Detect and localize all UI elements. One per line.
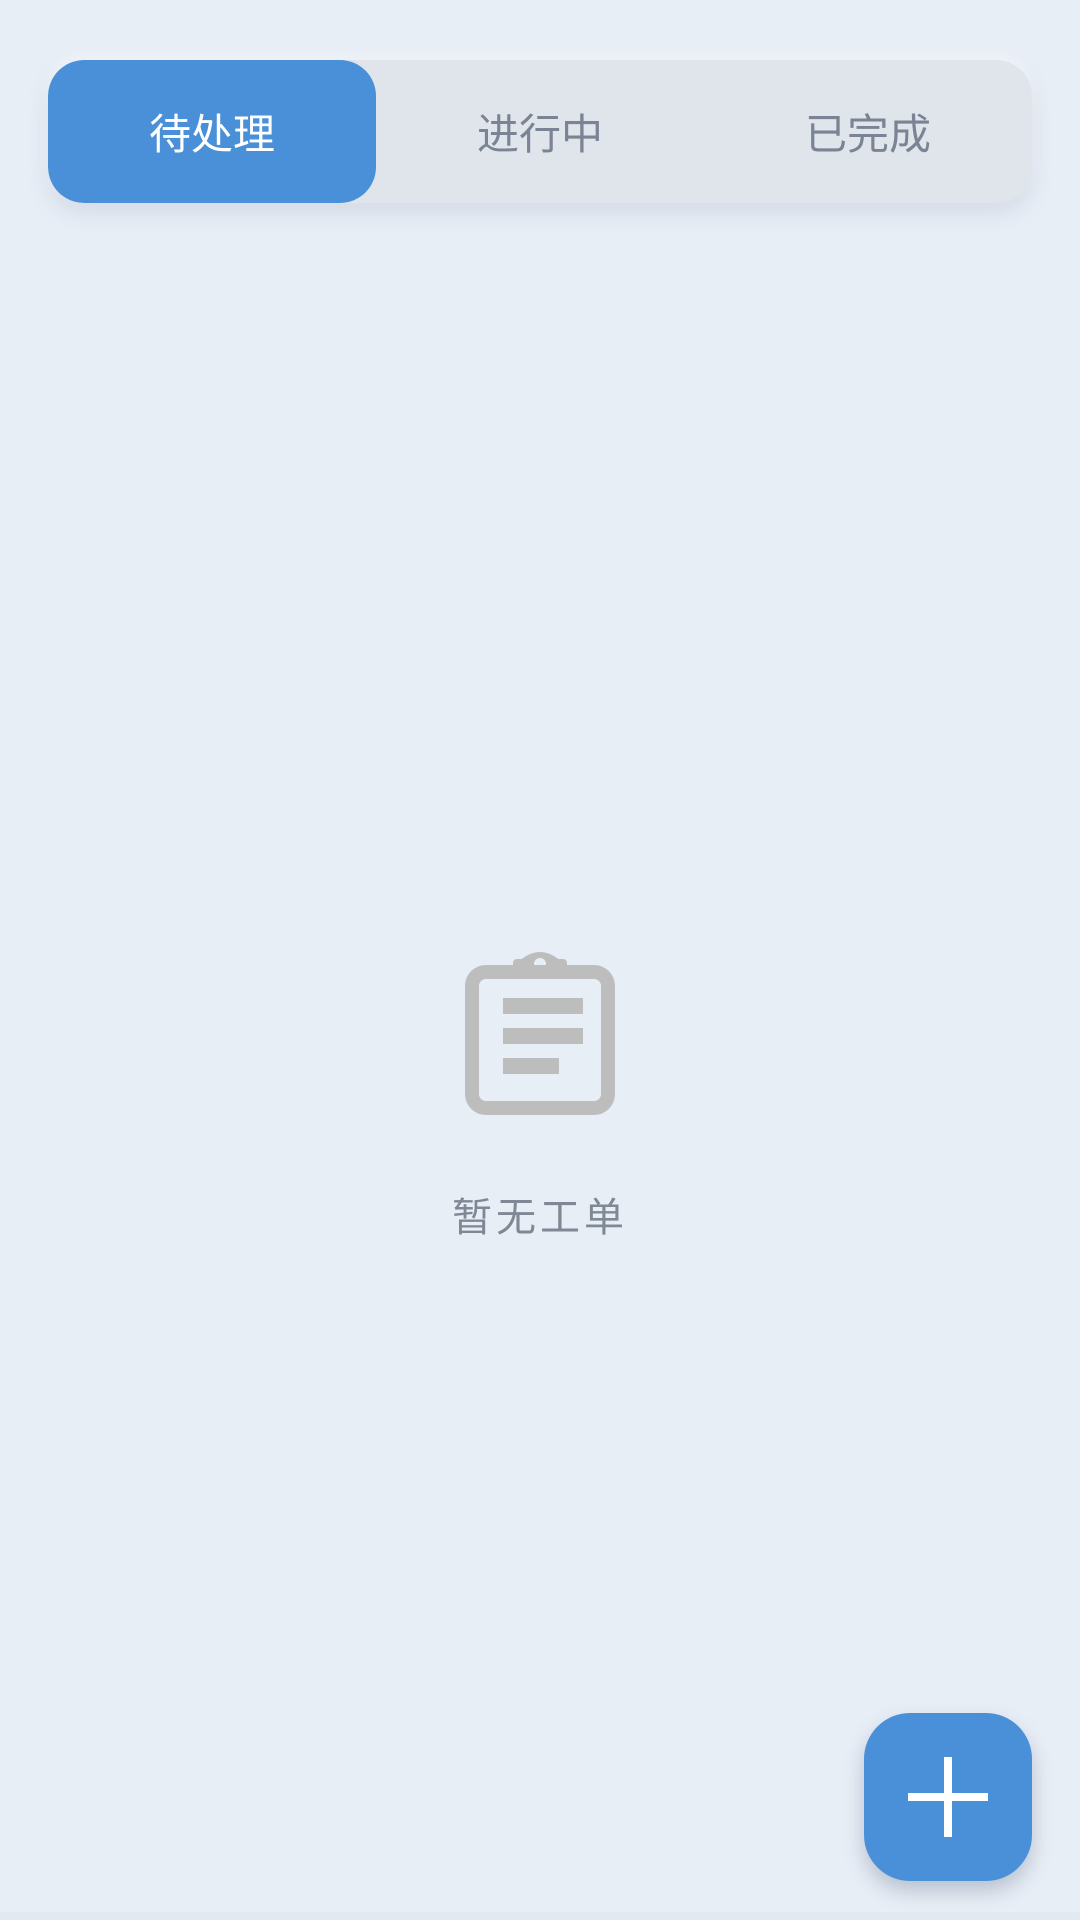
tab-pending-label: 待处理 xyxy=(148,110,275,159)
tab-completed[interactable]: 已完成 xyxy=(704,60,1032,203)
tab-completed-label: 已完成 xyxy=(804,110,931,159)
app-screen: 待处理 进行中 已完成 暂无工单 xyxy=(0,0,1080,1920)
plus-icon xyxy=(908,1757,988,1837)
empty-state: 暂无工单 xyxy=(0,945,1080,1243)
add-work-order-button[interactable] xyxy=(864,1713,1032,1881)
bottom-edge xyxy=(0,1912,1080,1920)
tab-pending[interactable]: 待处理 xyxy=(48,60,376,203)
status-tab-bar: 待处理 进行中 已完成 xyxy=(48,60,1032,203)
tab-in-progress[interactable]: 进行中 xyxy=(376,60,704,203)
tab-in-progress-label: 进行中 xyxy=(476,110,603,159)
clipboard-icon xyxy=(465,952,615,1115)
empty-message: 暂无工单 xyxy=(452,1195,628,1241)
